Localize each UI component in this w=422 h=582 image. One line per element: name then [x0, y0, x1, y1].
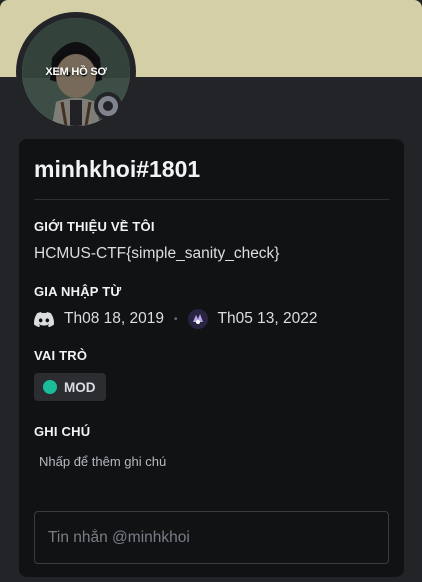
note-title: GHI CHÚ	[34, 424, 91, 439]
separator-dot: •	[173, 313, 178, 325]
server-icon	[187, 309, 208, 329]
roles-title: VAI TRÒ	[34, 348, 88, 363]
message-input[interactable]	[34, 511, 389, 564]
status-indicator	[94, 92, 122, 120]
about-me-text: HCMUS-CTF{simple_sanity_check}	[34, 245, 280, 262]
username[interactable]: minhkhoi#1801	[34, 156, 200, 183]
about-me-title: GIỚI THIỆU VỀ TÔI	[34, 219, 155, 234]
offline-status-icon	[98, 96, 118, 116]
note-input[interactable]: Nhấp để thêm ghi chú	[39, 454, 166, 469]
discord-logo-icon	[34, 309, 54, 329]
role-chip-mod[interactable]: MOD	[34, 373, 106, 401]
divider	[34, 199, 389, 200]
member-since-title: GIA NHẬP TỪ	[34, 284, 122, 299]
profile-body: minhkhoi#1801 GIỚI THIỆU VỀ TÔI HCMUS-CT…	[19, 139, 404, 577]
discord-join-date: Th08 18, 2019	[64, 310, 164, 327]
member-since-row: Th08 18, 2019 • Th05 13, 2022	[34, 309, 317, 329]
role-name: MOD	[64, 379, 96, 395]
user-profile-popout: XEM HỒ SƠ minhkhoi#1801 GIỚI THIỆU VỀ TÔ…	[0, 0, 422, 582]
server-join-date: Th05 13, 2022	[217, 310, 318, 327]
role-color-icon	[43, 380, 57, 394]
